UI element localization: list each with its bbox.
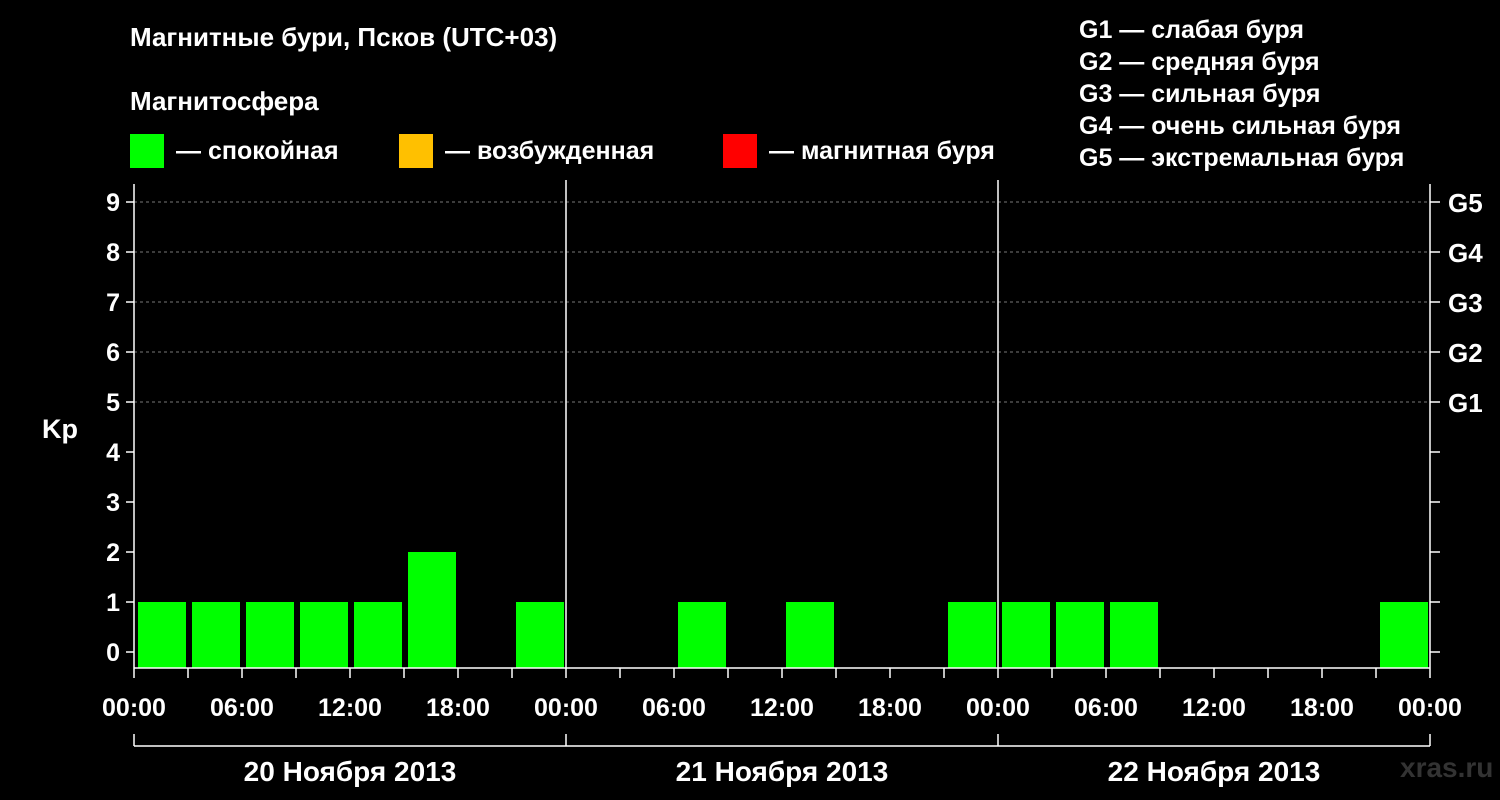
bar-23 (1380, 602, 1428, 668)
bar-1 (192, 602, 240, 668)
g-level-label-g5: G5 (1448, 188, 1483, 218)
y-tick-label-4: 4 (106, 439, 120, 467)
x-tick-label-10: 12:00 (1182, 694, 1246, 722)
kp-chart: 0 1 2 3 4 5 6 7 8 9 G1 G2 G3 G4 G5 Kp 00:00 06:00 12:00 18:… (42, 180, 1483, 787)
x-tick-label-0: 00:00 (102, 694, 166, 722)
bar-2 (246, 602, 294, 668)
bar-0 (138, 602, 186, 668)
y-tick-label-7: 7 (106, 289, 120, 317)
bar-18 (1110, 602, 1158, 668)
x-tick-label-2: 12:00 (318, 694, 382, 722)
day-label-1: 21 Ноября 2013 (676, 756, 889, 787)
bar-12 (786, 602, 834, 668)
day-label-2: 22 Ноября 2013 (1108, 756, 1321, 787)
g-level-label-g2: G2 (1448, 338, 1483, 368)
bar-4 (354, 602, 402, 668)
bar-17 (1056, 602, 1104, 668)
y-tick-label-9: 9 (106, 189, 120, 217)
g-level-label-g4: G4 (1448, 238, 1483, 268)
x-tick-label-12: 00:00 (1398, 694, 1462, 722)
x-tick-label-4: 00:00 (534, 694, 598, 722)
bar-10 (678, 602, 726, 668)
y-tick-label-5: 5 (106, 389, 120, 417)
bar-5 (408, 552, 456, 668)
bar-16 (1002, 602, 1050, 668)
y-tick-label-6: 6 (106, 339, 120, 367)
y-tick-label-1: 1 (106, 589, 120, 617)
x-tick-label-8: 00:00 (966, 694, 1030, 722)
x-tick-label-7: 18:00 (858, 694, 922, 722)
y-axis-label: Kp (42, 414, 78, 444)
bar-3 (300, 602, 348, 668)
y-tick-label-8: 8 (106, 239, 120, 267)
y-tick-label-2: 2 (106, 539, 120, 567)
y-tick-label-0: 0 (106, 639, 120, 667)
day-label-0: 20 Ноября 2013 (244, 756, 457, 787)
bar-7 (516, 602, 564, 668)
x-tick-label-3: 18:00 (426, 694, 490, 722)
watermark: xras.ru (1400, 752, 1494, 783)
x-tick-label-5: 06:00 (642, 694, 706, 722)
x-tick-label-11: 18:00 (1290, 694, 1354, 722)
g-level-label-g1: G1 (1448, 388, 1483, 418)
y-tick-label-3: 3 (106, 489, 120, 517)
x-tick-label-1: 06:00 (210, 694, 274, 722)
x-tick-label-9: 06:00 (1074, 694, 1138, 722)
bar-15 (948, 602, 996, 668)
x-tick-label-6: 12:00 (750, 694, 814, 722)
g-level-label-g3: G3 (1448, 288, 1483, 318)
